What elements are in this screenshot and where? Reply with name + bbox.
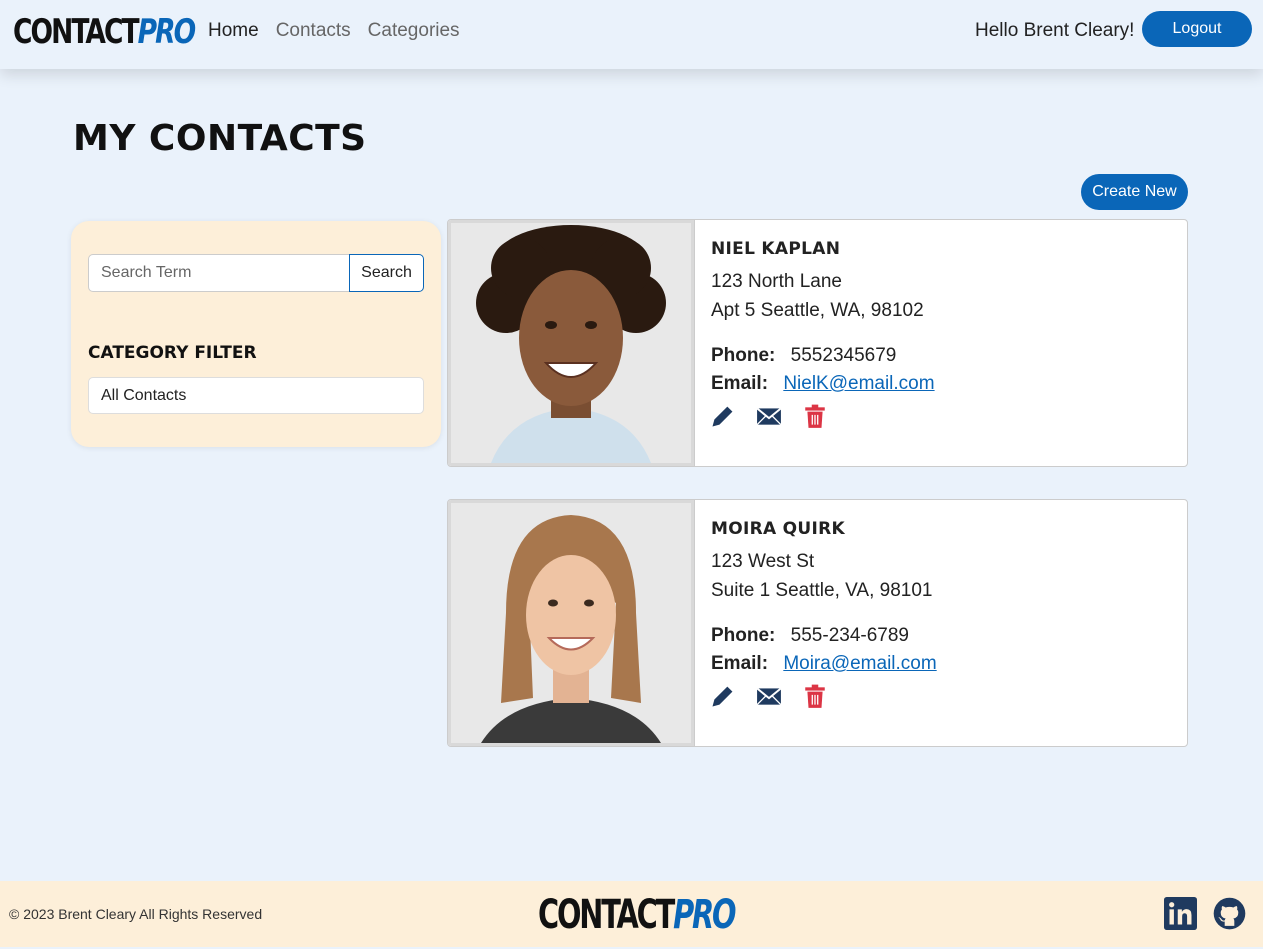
contact-name: NIEL KAPLAN	[711, 239, 841, 259]
footer-brand-part-2: PRO	[673, 892, 736, 938]
logout-button[interactable]: Logout	[1142, 11, 1252, 47]
category-select[interactable]: All Contacts	[88, 377, 424, 414]
envelope-icon[interactable]	[756, 403, 782, 429]
footer: © 2023 Brent Cleary All Rights Reserved …	[0, 881, 1263, 947]
create-new-button[interactable]: Create New	[1081, 174, 1188, 210]
contact-email-row: Email: Moira@email.com	[711, 653, 937, 675]
email-label: Email:	[711, 373, 769, 394]
email-label: Email:	[711, 653, 769, 674]
search-input[interactable]	[88, 254, 350, 292]
contact-email-row: Email: NielK@email.com	[711, 373, 935, 395]
contact-photo	[448, 500, 695, 746]
category-filter-label: CATEGORY FILTER	[88, 343, 257, 363]
contact-name: MOIRA QUIRK	[711, 519, 846, 539]
social-links	[1164, 897, 1246, 930]
nav-contacts[interactable]: Contacts	[276, 20, 351, 42]
pencil-icon[interactable]	[710, 683, 736, 709]
contact-actions	[710, 683, 828, 709]
page-title: MY CONTACTS	[73, 118, 367, 159]
pencil-icon[interactable]	[710, 403, 736, 429]
contact-phone-row: Phone: 5552345679	[711, 345, 896, 367]
contact-actions	[710, 403, 828, 429]
contact-card: MOIRA QUIRK 123 West St Suite 1 Seattle,…	[447, 499, 1188, 747]
footer-brand-logo[interactable]: CONTACTPRO	[538, 892, 737, 938]
contact-address-line-1: 123 North Lane	[711, 271, 842, 292]
filter-sidebar: Search CATEGORY FILTER All Contacts	[71, 221, 441, 447]
phone-label: Phone:	[711, 625, 776, 646]
contact-phone-row: Phone: 555-234-6789	[711, 625, 909, 647]
email-link[interactable]: Moira@email.com	[783, 653, 936, 674]
phone-value: 555-234-6789	[790, 625, 909, 646]
user-greeting: Hello Brent Cleary!	[975, 20, 1135, 41]
footer-brand-part-1: CONTACT	[538, 892, 675, 938]
brand-logo[interactable]: CONTACTPRO	[13, 12, 196, 52]
search-button[interactable]: Search	[349, 254, 424, 292]
brand-part-1: CONTACT	[13, 12, 140, 52]
trash-icon[interactable]	[802, 683, 828, 709]
navbar: CONTACTPRO Home Contacts Categories Hell…	[0, 0, 1263, 69]
email-link[interactable]: NielK@email.com	[783, 373, 934, 394]
brand-part-2: PRO	[137, 12, 196, 52]
phone-value: 5552345679	[790, 345, 897, 366]
contact-address-line-2: Suite 1 Seattle, VA, 98101	[711, 580, 933, 601]
contact-card: NIEL KAPLAN 123 North Lane Apt 5 Seattle…	[447, 219, 1188, 467]
contact-photo-image	[451, 223, 691, 463]
contact-address-line-1: 123 West St	[711, 551, 815, 572]
contact-photo	[448, 220, 695, 466]
github-icon[interactable]	[1213, 897, 1246, 930]
copyright-text: © 2023 Brent Cleary All Rights Reserved	[9, 906, 263, 922]
nav-links: Home Contacts Categories	[208, 20, 460, 42]
linkedin-icon[interactable]	[1164, 897, 1197, 930]
phone-label: Phone:	[711, 345, 776, 366]
nav-home[interactable]: Home	[208, 20, 259, 42]
envelope-icon[interactable]	[756, 683, 782, 709]
trash-icon[interactable]	[802, 403, 828, 429]
nav-categories[interactable]: Categories	[368, 20, 460, 42]
contact-photo-image	[451, 503, 691, 743]
contact-address-line-2: Apt 5 Seattle, WA, 98102	[711, 300, 924, 321]
